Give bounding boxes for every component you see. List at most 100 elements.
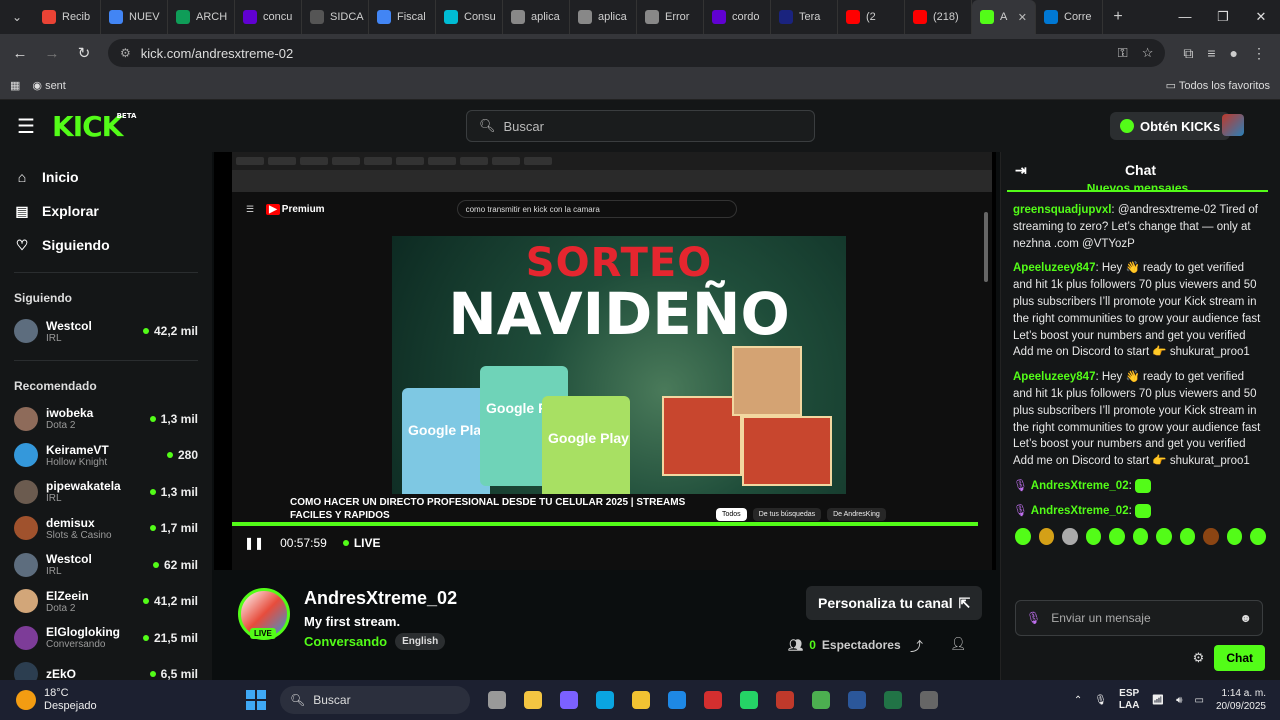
weather-widget[interactable]: 18°C Despejado bbox=[0, 687, 230, 713]
browser-tab[interactable]: Fiscal bbox=[369, 0, 436, 34]
input-language[interactable]: ESP LAA bbox=[1119, 688, 1140, 712]
browser-tab[interactable]: cordo bbox=[704, 0, 771, 34]
emote-icon[interactable] bbox=[1132, 527, 1149, 545]
emote-icon[interactable] bbox=[1062, 527, 1078, 545]
apps-icon[interactable]: ▦ bbox=[10, 79, 20, 92]
forward-icon[interactable]: → bbox=[38, 45, 66, 62]
profile-icon[interactable]: ● bbox=[1230, 45, 1238, 62]
emote-icon[interactable] bbox=[1179, 527, 1196, 545]
channel-item[interactable]: Westcol IRL 42,2 mil bbox=[14, 313, 198, 350]
browser-tab[interactable]: (218) bbox=[905, 0, 972, 34]
back-icon[interactable]: ← bbox=[6, 45, 34, 62]
streamer-name[interactable]: AndresXtreme_02 bbox=[304, 588, 457, 609]
channel-item[interactable]: ElGlogloking Conversando 21,5 mil bbox=[14, 620, 198, 657]
close-window-icon[interactable]: ✕ bbox=[1242, 9, 1280, 25]
chat-username[interactable]: Apeeluzeey847 bbox=[1013, 371, 1095, 383]
key-icon[interactable]: ⚿ bbox=[1118, 45, 1128, 61]
reload-icon[interactable]: ↻ bbox=[70, 44, 98, 62]
browser-tab[interactable]: Corre bbox=[1036, 0, 1103, 34]
kick-logo[interactable]: KICK BETA bbox=[52, 110, 136, 143]
microphone-icon[interactable]: 🎙︎ bbox=[1094, 695, 1107, 706]
stream-progress-bar[interactable] bbox=[232, 522, 978, 526]
send-chat-button[interactable]: Chat bbox=[1214, 645, 1265, 671]
emote-icon[interactable] bbox=[1203, 527, 1219, 545]
new-messages-banner[interactable]: Nuevos mensajes bbox=[1007, 184, 1268, 192]
battery-icon[interactable]: ▭ bbox=[1194, 695, 1203, 706]
menu-icon[interactable]: ⋮ bbox=[1252, 45, 1266, 62]
customize-channel-button[interactable]: Personaliza tu canal ⇱ bbox=[806, 586, 983, 620]
address-bar[interactable]: ⚙ kick.com/andresxtreme-02 ⚿ ☆ bbox=[108, 39, 1166, 67]
minimize-icon[interactable]: — bbox=[1166, 9, 1204, 25]
add-user-icon[interactable]: 👤︎ bbox=[950, 636, 967, 652]
search-input[interactable]: 🔍︎ Buscar bbox=[466, 110, 815, 142]
new-tab-button[interactable]: + bbox=[1103, 8, 1133, 26]
user-avatar[interactable] bbox=[1222, 114, 1244, 136]
browser-tab[interactable]: concu bbox=[235, 0, 302, 34]
emote-icon[interactable] bbox=[1038, 527, 1055, 545]
collapse-chat-icon[interactable]: ⇥ bbox=[1015, 162, 1035, 179]
share-icon[interactable]: ⤴ bbox=[910, 636, 923, 655]
tab-search-icon[interactable]: ⌄ bbox=[0, 0, 34, 34]
browser-tab[interactable]: Tera bbox=[771, 0, 838, 34]
browser-tab[interactable]: aplica bbox=[570, 0, 637, 34]
channel-item[interactable]: KeirameVT Hollow Knight 280 bbox=[14, 437, 198, 474]
microphone-icon[interactable]: 🎙︎ bbox=[1026, 611, 1041, 625]
emoji-icon[interactable]: ☻ bbox=[1239, 611, 1252, 625]
copilot-icon[interactable] bbox=[560, 691, 578, 709]
browser-tab[interactable]: Recib bbox=[34, 0, 101, 34]
clock[interactable]: 1:14 a. m. 20/09/2025 bbox=[1216, 687, 1266, 713]
language-tag[interactable]: English bbox=[395, 633, 446, 650]
hamburger-menu-icon[interactable]: ☰ bbox=[0, 114, 52, 139]
channel-item[interactable]: ElZeein Dota 2 41,2 mil bbox=[14, 583, 198, 620]
browser-tab[interactable]: SIDCA bbox=[302, 0, 369, 34]
sidebar-item-inicio[interactable]: ⌂ Inicio bbox=[14, 160, 198, 194]
store-icon[interactable] bbox=[632, 691, 650, 709]
emote-icon[interactable] bbox=[1085, 527, 1102, 545]
volume-icon[interactable]: 🔊︎ bbox=[1176, 695, 1182, 706]
video-player[interactable]: ☰ ▶ Premium como transmitir en kick con l… bbox=[214, 152, 996, 570]
app-icon[interactable] bbox=[668, 691, 686, 709]
channel-item[interactable]: demisux Slots & Casino 1,7 mil bbox=[14, 510, 198, 547]
browser-tab[interactable]: (2 bbox=[838, 0, 905, 34]
chat-username[interactable]: AndresXtreme_02 bbox=[1031, 505, 1129, 517]
powerpoint-icon[interactable] bbox=[776, 691, 794, 709]
get-kicks-button[interactable]: Obtén KICKs bbox=[1110, 112, 1231, 140]
wifi-icon[interactable]: 📶︎ bbox=[1151, 695, 1164, 706]
windows-start-icon[interactable] bbox=[246, 690, 266, 710]
bookmark-star-icon[interactable]: ☆ bbox=[1142, 45, 1154, 61]
channel-item[interactable]: Westcol IRL 62 mil bbox=[14, 547, 198, 584]
pause-icon[interactable]: ❚❚ bbox=[244, 536, 264, 550]
emote-icon[interactable] bbox=[1015, 527, 1031, 545]
chevron-up-icon[interactable]: ⌃ bbox=[1074, 695, 1082, 706]
task-view-icon[interactable] bbox=[488, 691, 506, 709]
chat-username[interactable]: greensquadjupvxl bbox=[1013, 204, 1111, 216]
chat-username[interactable]: AndresXtreme_02 bbox=[1031, 480, 1129, 492]
chat-username[interactable]: Apeeluzeey847 bbox=[1013, 262, 1095, 274]
taskbar-search[interactable]: 🔍︎ Buscar bbox=[280, 686, 470, 714]
whatsapp-icon[interactable] bbox=[740, 691, 758, 709]
app-icon[interactable] bbox=[920, 691, 938, 709]
browser-tab[interactable]: aplica bbox=[503, 0, 570, 34]
stream-category[interactable]: Conversando bbox=[304, 634, 387, 649]
bookmark-sent[interactable]: ◉ sent bbox=[32, 79, 65, 92]
sidebar-item-siguiendo[interactable]: ♡ Siguiendo bbox=[14, 228, 198, 262]
edge-icon[interactable] bbox=[596, 691, 614, 709]
extensions-icon[interactable]: ⧉ bbox=[1183, 45, 1193, 62]
close-tab-icon[interactable]: ✕ bbox=[1018, 11, 1027, 24]
browser-tab[interactable]: A ✕ bbox=[972, 0, 1036, 34]
maximize-icon[interactable]: ❐ bbox=[1204, 9, 1242, 25]
channel-item[interactable]: zEkO 6,5 mil bbox=[14, 656, 198, 680]
chrome-icon[interactable] bbox=[812, 691, 830, 709]
emote-icon[interactable] bbox=[1109, 527, 1125, 545]
emote-icon[interactable] bbox=[1250, 527, 1267, 545]
channel-item[interactable]: iwobeka Dota 2 1,3 mil bbox=[14, 401, 198, 438]
excel-icon[interactable] bbox=[884, 691, 902, 709]
browser-tab[interactable]: ARCH bbox=[168, 0, 235, 34]
mcafee-icon[interactable] bbox=[704, 691, 722, 709]
sidebar-item-explorar[interactable]: ▤ Explorar bbox=[14, 194, 198, 228]
browser-tab[interactable]: Consu bbox=[436, 0, 503, 34]
chat-input[interactable]: 🎙︎ Enviar un mensaje ☻ bbox=[1015, 600, 1263, 636]
channel-item[interactable]: pipewakatela IRL 1,3 mil bbox=[14, 474, 198, 511]
browser-tab[interactable]: Error bbox=[637, 0, 704, 34]
file-explorer-icon[interactable] bbox=[524, 691, 542, 709]
